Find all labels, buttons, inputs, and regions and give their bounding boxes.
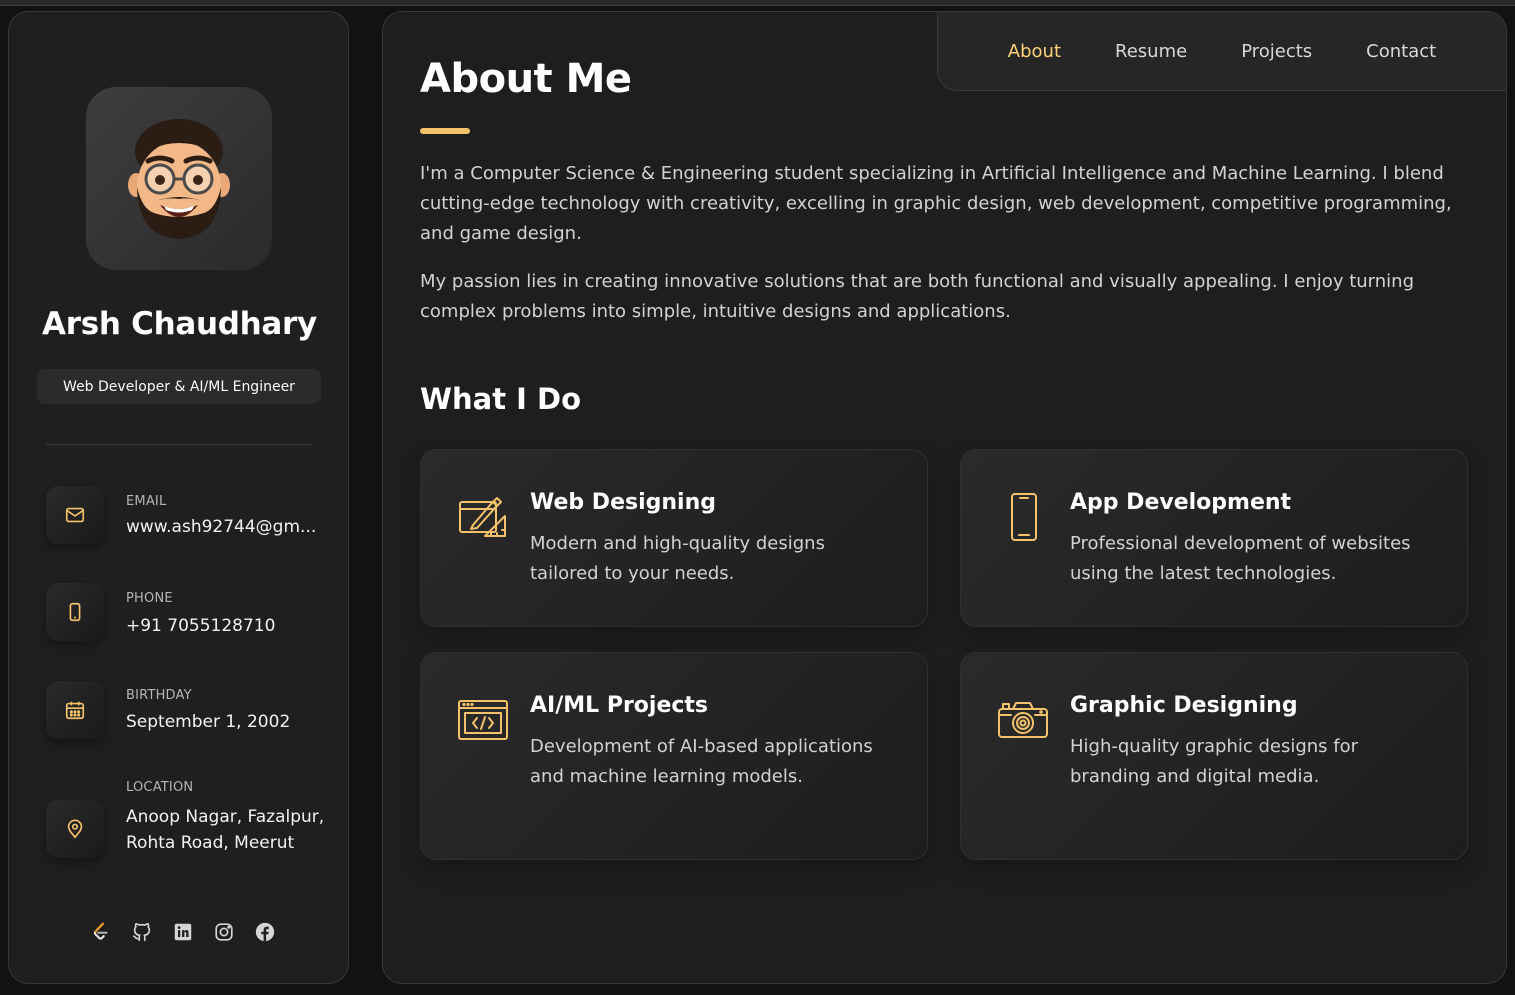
browser-top-edge: [0, 0, 1515, 6]
camera-icon: [997, 695, 1049, 747]
nav-projects[interactable]: Projects: [1214, 41, 1339, 62]
about-paragraph-1: I'm a Computer Science & Engineering stu…: [420, 163, 1452, 244]
service-text: Modern and high-quality designs tailored…: [530, 533, 825, 584]
profile-name: Arsh Chaudhary: [42, 306, 317, 342]
calendar-icon: [46, 681, 104, 739]
instagram-icon[interactable]: [212, 920, 236, 944]
contact-birthday: BIRTHDAY September 1, 2002: [46, 681, 336, 741]
service-card-ai-ml-projects: AI/ML Projects Development of AI-based a…: [420, 652, 928, 860]
design-tools-icon: [457, 492, 509, 544]
service-text: Development of AI-based applications and…: [530, 736, 873, 787]
contact-location: LOCATION Anoop Nagar, Fazalpur, Rohta Ro…: [46, 780, 336, 890]
contact-phone: PHONE +91 7055128710: [46, 583, 336, 643]
profile-title-badge: Web Developer & AI/ML Engineer: [37, 369, 321, 404]
services-title: What I Do: [420, 382, 582, 416]
location-value: Anoop Nagar, Fazalpur, Rohta Road, Meeru…: [126, 807, 325, 853]
leetcode-icon[interactable]: [89, 920, 113, 944]
email-label: EMAIL: [126, 494, 167, 509]
nav-about[interactable]: About: [981, 41, 1088, 62]
service-title: AI/ML Projects: [530, 693, 709, 718]
location-label: LOCATION: [126, 780, 194, 795]
avatar: [86, 87, 272, 270]
birthday-label: BIRTHDAY: [126, 688, 192, 703]
phone-value[interactable]: +91 7055128710: [126, 613, 326, 639]
service-card-app-development: App Development Professional development…: [960, 449, 1468, 627]
social-links: [89, 920, 279, 944]
contact-email: EMAIL www.ash92744@gm...: [46, 486, 336, 546]
service-text: Professional development of websites usi…: [1070, 533, 1411, 584]
birthday-value: September 1, 2002: [126, 712, 291, 732]
phone-icon: [46, 583, 104, 641]
service-title: Graphic Designing: [1070, 693, 1298, 718]
smartphone-icon: [997, 492, 1049, 544]
nav-contact[interactable]: Contact: [1339, 41, 1463, 62]
about-paragraph-2: My passion lies in creating innovative s…: [420, 271, 1414, 322]
service-card-web-designing: Web Designing Modern and high-quality de…: [420, 449, 928, 627]
title-underline: [420, 128, 470, 134]
github-icon[interactable]: [130, 920, 154, 944]
code-window-icon: [457, 695, 509, 747]
top-navbar: About Resume Projects Contact: [937, 12, 1506, 91]
linkedin-icon[interactable]: [171, 920, 195, 944]
service-title: App Development: [1070, 490, 1292, 515]
page-title: About Me: [420, 56, 632, 102]
nav-resume[interactable]: Resume: [1088, 41, 1214, 62]
location-pin-icon: [46, 800, 104, 858]
service-card-graphic-designing: Graphic Designing High-quality graphic d…: [960, 652, 1468, 860]
service-title: Web Designing: [530, 490, 716, 515]
sidebar: Arsh Chaudhary Web Developer & AI/ML Eng…: [8, 11, 349, 984]
email-value[interactable]: www.ash92744@gm...: [126, 514, 326, 540]
main-content: About Resume Projects Contact About Me I…: [382, 11, 1507, 984]
service-text: High-quality graphic designs for brandin…: [1070, 736, 1359, 787]
memoji-avatar-icon: [128, 118, 230, 239]
sidebar-separator: [46, 444, 313, 445]
phone-label: PHONE: [126, 591, 173, 606]
facebook-icon[interactable]: [253, 920, 277, 944]
mail-icon: [46, 486, 104, 544]
